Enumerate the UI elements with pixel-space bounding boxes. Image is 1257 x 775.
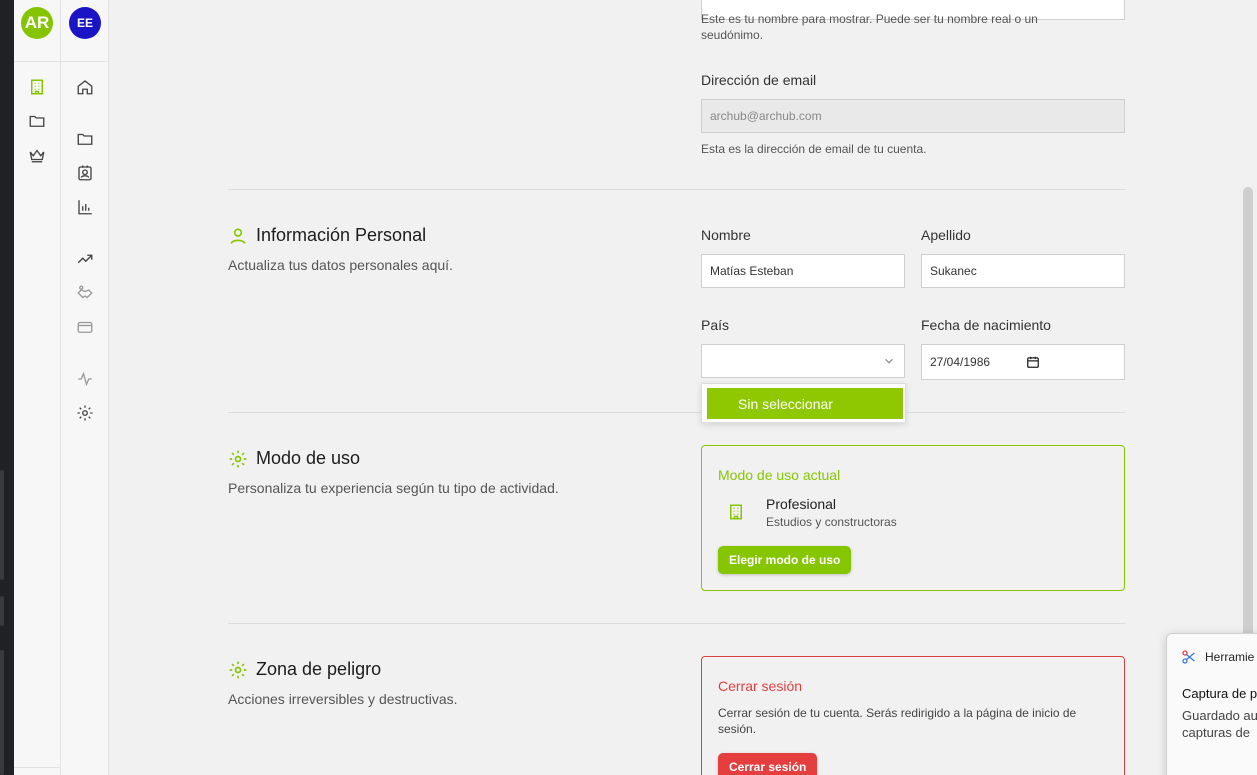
last-name-value: Sukanec	[930, 264, 977, 278]
country-option-none[interactable]: Sin seleccionar	[707, 388, 903, 419]
handshake-icon[interactable]	[75, 283, 95, 303]
danger-zone-description: Acciones irreversibles y destructivas.	[228, 691, 458, 707]
folder-icon[interactable]	[27, 111, 47, 131]
usage-mode-title: Modo de uso	[256, 448, 361, 468]
os-taskbar-edge	[0, 0, 14, 775]
calendar-icon[interactable]	[1026, 355, 1040, 369]
choose-usage-mode-button[interactable]: Elegir modo de uso	[718, 546, 852, 574]
country-label: País	[701, 317, 730, 333]
toast-line: Guardado au	[1182, 708, 1257, 723]
contact-card-icon[interactable]	[75, 163, 95, 183]
bar-chart-icon[interactable]	[75, 197, 95, 217]
personal-info-title: Información Personal	[256, 225, 427, 245]
birthdate-label: Fecha de nacimiento	[921, 317, 1051, 333]
settings-icon[interactable]	[75, 403, 95, 423]
toast-body: Guardado au capturas de	[1182, 707, 1257, 741]
usage-mode-subtitle: Estudios y constructoras	[766, 515, 897, 529]
chevron-down-icon	[885, 358, 893, 364]
section-divider	[228, 189, 1125, 190]
sidebar-divider	[14, 767, 60, 768]
email-label: Dirección de email	[701, 72, 817, 88]
toast-line: capturas de	[1182, 725, 1250, 740]
home-icon[interactable]	[75, 77, 95, 97]
sidebar-divider	[61, 61, 108, 62]
primary-sidebar: AR	[14, 0, 61, 775]
taskbar-edge-item	[0, 596, 4, 626]
user-avatar-initials: EE	[76, 16, 93, 30]
toast-title: Captura de p	[1182, 686, 1257, 701]
country-dropdown: Sin seleccionar	[701, 383, 906, 423]
gear-icon	[229, 661, 247, 678]
logout-card-title: Cerrar sesión	[718, 678, 803, 694]
sidebar-divider	[14, 61, 60, 62]
logout-card-text: Cerrar sesión de tu cuenta. Serás rediri…	[718, 706, 1077, 736]
folder-icon[interactable]	[75, 129, 95, 149]
usage-mode-name: Profesional	[766, 496, 837, 512]
birthdate-field[interactable]: 27/04/1986	[921, 344, 1125, 380]
display-name-hint: Este es tu nombre para mostrar. Puede se…	[701, 12, 1038, 42]
usage-mode-heading: Modo de uso	[228, 448, 360, 469]
personal-info-description: Actualiza tus datos personales aquí.	[228, 257, 453, 273]
usage-mode-card: Modo de uso actual Profesional Estudios …	[701, 445, 1125, 591]
building-icon	[730, 504, 742, 520]
last-name-label: Apellido	[921, 227, 971, 243]
section-divider	[228, 623, 1125, 624]
logout-button[interactable]: Cerrar sesión	[718, 753, 818, 775]
email-hint: Esta es la dirección de email de tu cuen…	[701, 142, 927, 156]
toast-header: Herramie	[1181, 649, 1254, 665]
first-name-value: Matías Esteban	[710, 264, 794, 278]
usage-mode-description: Personaliza tu experiencia según tu tipo…	[228, 480, 559, 496]
danger-zone-heading: Zona de peligro	[228, 659, 381, 680]
organization-avatar-initials: AR	[24, 13, 50, 32]
secondary-sidebar: EE	[61, 0, 109, 775]
email-field[interactable]: archub@archub.com	[701, 99, 1125, 133]
user-icon	[230, 228, 246, 244]
first-name-field[interactable]: Matías Esteban	[701, 254, 905, 288]
activity-icon[interactable]	[75, 369, 95, 389]
crown-icon[interactable]	[27, 145, 47, 165]
user-avatar[interactable]: EE	[69, 7, 101, 39]
section-divider	[228, 412, 1125, 413]
trending-up-icon[interactable]	[75, 249, 95, 269]
credit-card-icon[interactable]	[75, 317, 95, 337]
danger-zone-title: Zona de peligro	[256, 659, 382, 679]
scissors-icon	[1182, 650, 1195, 664]
building-icon[interactable]	[27, 77, 47, 97]
organization-avatar[interactable]: AR	[21, 7, 53, 39]
logout-card: Cerrar sesión Cerrar sesión de tu cuenta…	[701, 656, 1125, 775]
first-name-label: Nombre	[701, 227, 751, 243]
personal-info-heading: Información Personal	[228, 225, 426, 246]
last-name-field[interactable]: Sukanec	[921, 254, 1125, 288]
email-value: archub@archub.com	[710, 109, 822, 123]
snipping-tool-notification[interactable]: Herramie Captura de p Guardado au captur…	[1166, 633, 1257, 775]
taskbar-edge-item	[0, 470, 4, 580]
usage-mode-card-title: Modo de uso actual	[718, 467, 841, 483]
gear-icon	[229, 450, 247, 467]
country-select[interactable]	[701, 344, 905, 378]
toast-app-name: Herramie	[1205, 650, 1255, 664]
taskbar-edge-item	[0, 650, 4, 775]
birthdate-value: 27/04/1986	[930, 355, 991, 369]
